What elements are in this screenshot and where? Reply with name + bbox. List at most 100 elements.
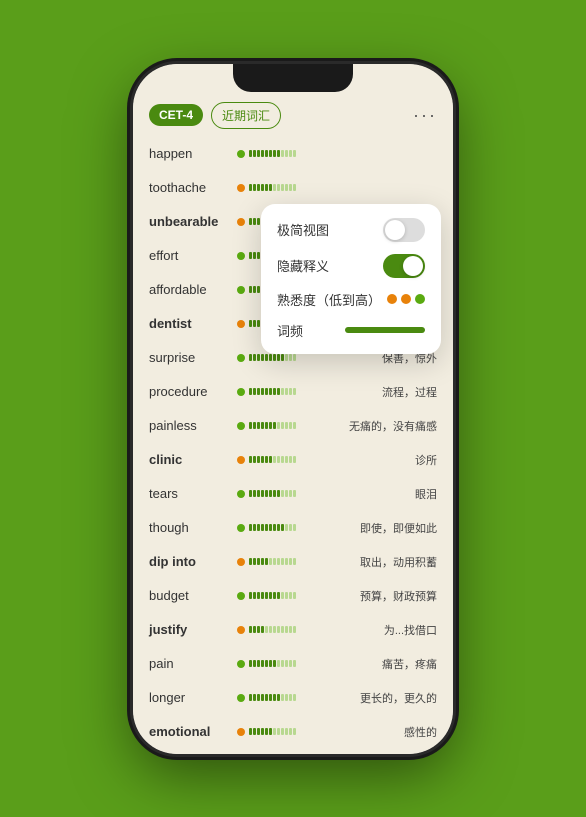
bar-segment: [293, 524, 296, 531]
bar-segment: [257, 694, 260, 701]
word-row[interactable]: happen: [149, 137, 437, 171]
simple-view-toggle[interactable]: [383, 218, 425, 242]
familiarity-dot: [237, 218, 245, 226]
bar-segment: [285, 456, 288, 463]
bar-segment: [269, 524, 272, 531]
bar-segment: [285, 524, 288, 531]
bar-segment: [253, 184, 256, 191]
bar-segment: [269, 694, 272, 701]
bar-segment: [281, 694, 284, 701]
bar-segment: [289, 694, 292, 701]
bar-segment: [253, 728, 256, 735]
frequency-bar-track: [249, 353, 376, 363]
bar-segment: [249, 592, 252, 599]
bar-segment: [249, 626, 252, 633]
bar-segment: [273, 626, 276, 633]
bar-segment: [249, 354, 252, 361]
frequency-bar-track: [249, 455, 409, 465]
bar-segment: [249, 490, 252, 497]
bar-segment: [289, 456, 292, 463]
bar-segment: [285, 728, 288, 735]
bar-segment: [269, 728, 272, 735]
bar-segment: [265, 728, 268, 735]
bar-segment: [253, 388, 256, 395]
bar-segment: [269, 660, 272, 667]
word-row[interactable]: longer更长的，更久的: [149, 681, 437, 715]
bar-segment: [249, 150, 252, 157]
bar-segment: [273, 592, 276, 599]
frequency-bar-track: [249, 557, 354, 567]
word-text: dip into: [149, 554, 237, 569]
familiarity-label: 熟悉度（低到高）: [277, 290, 381, 309]
frequency-bar-track: [249, 727, 398, 737]
bar-segment: [285, 558, 288, 565]
word-row[interactable]: procedure流程，过程: [149, 375, 437, 409]
frequency-label: 词频: [277, 321, 303, 340]
familiarity-dot: [237, 694, 245, 702]
word-row[interactable]: experience经验: [149, 749, 437, 754]
recent-tag[interactable]: 近期词汇: [211, 102, 281, 129]
word-text: surprise: [149, 350, 237, 365]
bar-segment: [277, 422, 280, 429]
bar-segment: [281, 422, 284, 429]
bar-segment: [253, 524, 256, 531]
bar-segment: [253, 218, 256, 225]
hide-meaning-label: 隐藏释义: [277, 256, 329, 275]
word-meaning: 痛苦，疼痛: [382, 656, 437, 672]
word-row[interactable]: toothache: [149, 171, 437, 205]
frequency-bar-track: [249, 387, 376, 397]
bar-segment: [261, 592, 264, 599]
word-text: toothache: [149, 180, 237, 195]
word-row[interactable]: pain痛苦，疼痛: [149, 647, 437, 681]
word-row[interactable]: tears眼泪: [149, 477, 437, 511]
bar-segment: [261, 490, 264, 497]
more-button[interactable]: ···: [413, 106, 437, 124]
bar-segment: [289, 150, 292, 157]
bar-segment: [281, 728, 284, 735]
fam-dot-low: [387, 294, 397, 304]
bar-segment: [265, 660, 268, 667]
word-text: dentist: [149, 316, 237, 331]
frequency-bar-track: [249, 591, 354, 601]
bar-segment: [273, 558, 276, 565]
word-row[interactable]: budget预算，财政预算: [149, 579, 437, 613]
hide-meaning-toggle[interactable]: [383, 254, 425, 278]
bar-segment: [293, 558, 296, 565]
word-row[interactable]: emotional感性的: [149, 715, 437, 749]
word-text: unbearable: [149, 214, 237, 229]
word-row[interactable]: dip into 取出，动用积蓄: [149, 545, 437, 579]
bar-segment: [265, 694, 268, 701]
bar-segment: [293, 592, 296, 599]
bar-segment: [249, 524, 252, 531]
bar-segment: [293, 490, 296, 497]
bar-segment: [269, 354, 272, 361]
word-meaning: 取出，动用积蓄: [360, 554, 437, 570]
bar-segment: [253, 150, 256, 157]
word-meaning: 为...找借口: [384, 622, 437, 638]
frequency-bar-track: [249, 625, 378, 635]
word-row[interactable]: painless无痛的，没有痛感: [149, 409, 437, 443]
bar-segment: [257, 524, 260, 531]
frequency-bar: [345, 327, 425, 333]
familiarity-dot: [237, 388, 245, 396]
bar-segment: [253, 354, 256, 361]
word-text: affordable: [149, 282, 237, 297]
bar-segment: [285, 660, 288, 667]
simple-view-row: 极简视图: [277, 218, 425, 242]
word-row[interactable]: clinic诊所: [149, 443, 437, 477]
bar-segment: [277, 592, 280, 599]
fam-dot-mid: [401, 294, 411, 304]
word-row[interactable]: though即使，即便如此: [149, 511, 437, 545]
bar-segment: [261, 524, 264, 531]
bar-segment: [273, 490, 276, 497]
word-row[interactable]: justify为...找借口: [149, 613, 437, 647]
word-text: procedure: [149, 384, 237, 399]
toggle-thumb: [385, 220, 405, 240]
bar-segment: [273, 354, 276, 361]
bar-segment: [277, 524, 280, 531]
cet-tag[interactable]: CET-4: [149, 104, 203, 126]
bar-segment: [269, 150, 272, 157]
familiarity-dot: [237, 456, 245, 464]
bar-segment: [293, 728, 296, 735]
bar-segment: [273, 660, 276, 667]
